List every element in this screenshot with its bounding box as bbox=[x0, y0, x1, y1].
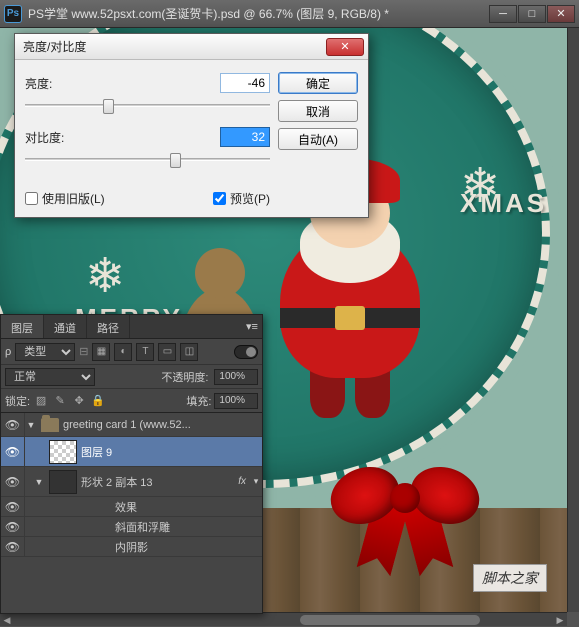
brightness-slider-thumb[interactable] bbox=[103, 99, 114, 114]
filter-kind-icon: ρ bbox=[5, 346, 11, 358]
layers-panel: 图层 通道 路径 ▾≡ ρ 类型 ⊟ ▦ ◐ T ▭ ◫ 正常 不透明度: 10… bbox=[0, 314, 263, 614]
watermark: 脚本之家 bbox=[473, 564, 547, 592]
xmas-text: XMAS bbox=[460, 188, 547, 219]
inner-shadow-label: 内阴影 bbox=[115, 539, 148, 555]
vertical-scrollbar[interactable] bbox=[567, 28, 579, 612]
visibility-toggle[interactable]: 👁 bbox=[1, 517, 25, 536]
layer-name[interactable]: 图层 9 bbox=[81, 444, 262, 460]
visibility-toggle[interactable]: 👁 bbox=[1, 537, 25, 556]
contrast-label: 对比度: bbox=[25, 129, 77, 146]
cancel-button[interactable]: 取消 bbox=[278, 100, 358, 122]
layer-row[interactable]: 👁 ▼ 形状 2 副本 13 fx ▾ bbox=[1, 467, 262, 497]
filter-pixel-icon[interactable]: ▦ bbox=[92, 343, 110, 361]
preview-label: 预览(P) bbox=[230, 190, 270, 207]
layer-twisty[interactable]: ▼ bbox=[33, 477, 45, 487]
legacy-checkbox-row[interactable]: 使用旧版(L) bbox=[25, 190, 213, 207]
layer-row-selected[interactable]: 👁 图层 9 bbox=[1, 437, 262, 467]
brightness-label: 亮度: bbox=[25, 75, 77, 92]
blend-mode-select[interactable]: 正常 bbox=[5, 368, 95, 386]
brightness-slider[interactable] bbox=[25, 96, 270, 116]
filter-adjustment-icon[interactable]: ◐ bbox=[114, 343, 132, 361]
filter-kind-select[interactable]: 类型 bbox=[15, 343, 75, 361]
layer-name[interactable]: 形状 2 副本 13 bbox=[81, 474, 238, 490]
snowflake-icon: ❄ bbox=[85, 248, 125, 304]
scroll-left-arrow-icon[interactable]: ◀ bbox=[0, 613, 14, 627]
opacity-value[interactable]: 100% bbox=[214, 369, 258, 385]
scroll-right-arrow-icon[interactable]: ▶ bbox=[553, 613, 567, 627]
layer-list: 👁 ▼ greeting card 1 (www.52... 👁 图层 9 👁 … bbox=[1, 413, 262, 557]
contrast-slider-thumb[interactable] bbox=[170, 153, 181, 168]
lock-position-icon[interactable]: ✥ bbox=[71, 393, 87, 409]
filter-smart-icon[interactable]: ◫ bbox=[180, 343, 198, 361]
panel-tabs: 图层 通道 路径 ▾≡ bbox=[1, 315, 262, 339]
lock-label: 锁定: bbox=[5, 393, 30, 409]
filter-shape-icon[interactable]: ▭ bbox=[158, 343, 176, 361]
fx-twisty[interactable]: ▾ bbox=[250, 476, 262, 487]
layer-name[interactable]: greeting card 1 (www.52... bbox=[63, 419, 262, 431]
tab-paths[interactable]: 路径 bbox=[87, 315, 130, 338]
layer-thumbnail[interactable] bbox=[49, 440, 77, 464]
visibility-toggle[interactable]: 👁 bbox=[1, 467, 25, 496]
contrast-slider[interactable] bbox=[25, 150, 270, 170]
maximize-button[interactable]: □ bbox=[518, 5, 546, 23]
layer-thumbnail[interactable] bbox=[49, 470, 77, 494]
effects-row[interactable]: 👁 效果 bbox=[1, 497, 262, 517]
ribbon-bow bbox=[330, 448, 480, 568]
app-titlebar: Ps PS学堂 www.52psxt.com(圣诞贺卡).psd @ 66.7%… bbox=[0, 0, 579, 28]
filter-type-icon[interactable]: T bbox=[136, 343, 154, 361]
blend-opacity-row: 正常 不透明度: 100% bbox=[1, 365, 262, 389]
layer-filter-row: ρ 类型 ⊟ ▦ ◐ T ▭ ◫ bbox=[1, 339, 262, 365]
close-button[interactable]: ✕ bbox=[547, 5, 575, 23]
dialog-close-button[interactable]: ✕ bbox=[326, 38, 364, 56]
effect-bevel-row[interactable]: 👁 斜面和浮雕 bbox=[1, 517, 262, 537]
lock-all-icon[interactable]: 🔒 bbox=[90, 393, 106, 409]
panel-menu-button[interactable]: ▾≡ bbox=[242, 315, 262, 338]
effects-label: 效果 bbox=[115, 499, 137, 515]
filter-toggle[interactable] bbox=[234, 345, 258, 359]
legacy-label: 使用旧版(L) bbox=[42, 190, 105, 207]
fx-badge[interactable]: fx bbox=[238, 476, 246, 487]
fill-label: 填充: bbox=[186, 393, 211, 409]
bevel-label: 斜面和浮雕 bbox=[115, 519, 170, 535]
filter-divider: ⊟ bbox=[79, 345, 88, 358]
effect-inner-shadow-row[interactable]: 👁 内阴影 bbox=[1, 537, 262, 557]
visibility-toggle[interactable]: 👁 bbox=[1, 413, 25, 436]
folder-icon bbox=[41, 418, 59, 432]
visibility-toggle[interactable]: 👁 bbox=[1, 497, 25, 516]
document-title: PS学堂 www.52psxt.com(圣诞贺卡).psd @ 66.7% (图… bbox=[28, 5, 489, 22]
layer-group-row[interactable]: 👁 ▼ greeting card 1 (www.52... bbox=[1, 413, 262, 437]
ok-button[interactable]: 确定 bbox=[278, 72, 358, 94]
menu-icon: ▾≡ bbox=[246, 320, 258, 333]
minimize-button[interactable]: ─ bbox=[489, 5, 517, 23]
horizontal-scrollbar[interactable]: ◀ ▶ bbox=[0, 612, 567, 626]
fill-value[interactable]: 100% bbox=[214, 393, 258, 409]
lock-fill-row: 锁定: ▨ ✎ ✥ 🔒 填充: 100% bbox=[1, 389, 262, 413]
visibility-toggle[interactable]: 👁 bbox=[1, 437, 25, 466]
opacity-label: 不透明度: bbox=[161, 369, 208, 385]
preview-checkbox[interactable] bbox=[213, 192, 226, 205]
brightness-input[interactable] bbox=[220, 73, 270, 93]
legacy-checkbox[interactable] bbox=[25, 192, 38, 205]
group-twisty[interactable]: ▼ bbox=[25, 420, 37, 430]
contrast-input[interactable] bbox=[220, 127, 270, 147]
horizontal-scroll-thumb[interactable] bbox=[300, 615, 480, 625]
lock-pixels-icon[interactable]: ✎ bbox=[52, 393, 68, 409]
auto-button[interactable]: 自动(A) bbox=[278, 128, 358, 150]
photoshop-icon: Ps bbox=[4, 5, 22, 23]
tab-layers[interactable]: 图层 bbox=[1, 315, 44, 338]
dialog-title-text: 亮度/对比度 bbox=[23, 38, 86, 55]
dialog-titlebar[interactable]: 亮度/对比度 ✕ bbox=[15, 34, 368, 60]
lock-transparency-icon[interactable]: ▨ bbox=[33, 393, 49, 409]
preview-checkbox-row[interactable]: 预览(P) bbox=[213, 190, 270, 207]
brightness-contrast-dialog: 亮度/对比度 ✕ 亮度: 对比度: bbox=[14, 33, 369, 218]
tab-channels[interactable]: 通道 bbox=[44, 315, 87, 338]
